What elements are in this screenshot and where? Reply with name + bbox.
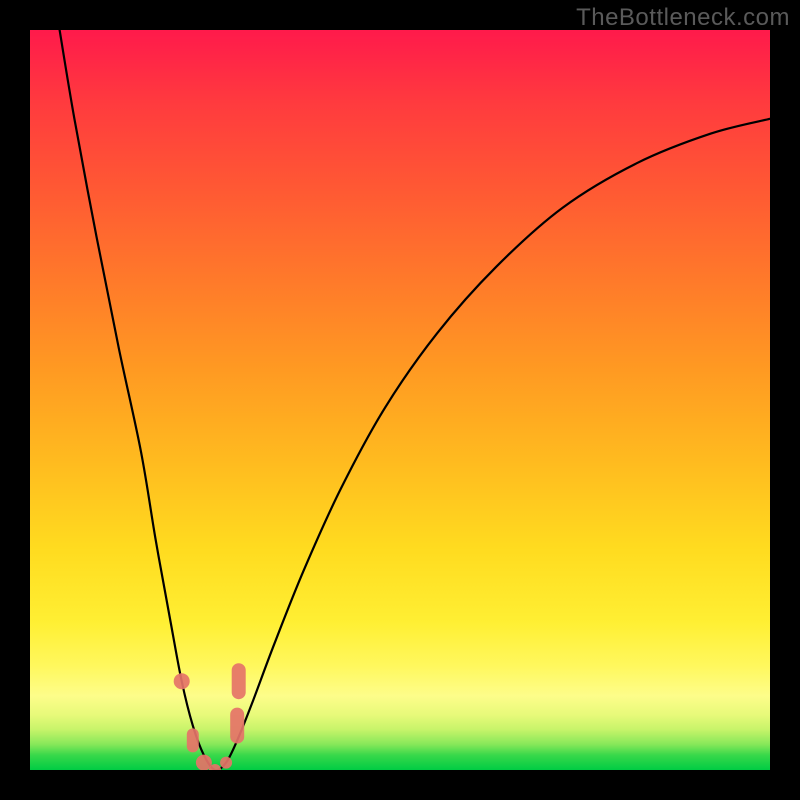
watermark-text: TheBottleneck.com	[576, 4, 790, 32]
plot-area	[30, 30, 770, 770]
curve-markers	[174, 663, 246, 770]
chart-stage: TheBottleneck.com	[0, 0, 800, 800]
curve-marker	[174, 673, 190, 689]
curve-marker	[220, 757, 232, 769]
bottleneck-curve	[60, 30, 770, 770]
curve-marker	[187, 728, 199, 752]
curve-marker	[232, 663, 246, 699]
curve-marker	[230, 708, 244, 744]
curve-layer	[30, 30, 770, 770]
